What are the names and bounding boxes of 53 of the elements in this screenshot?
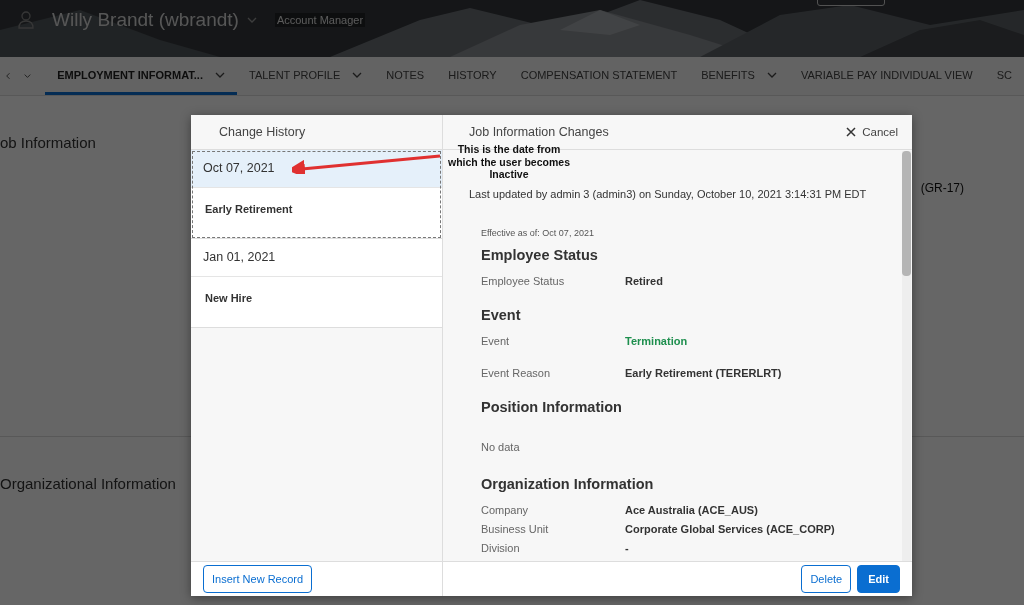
- field-value: Corporate Global Services (ACE_CORP): [625, 523, 835, 535]
- nav-tab[interactable]: EMPLOYMENT INFORMAT...: [45, 57, 237, 95]
- insert-record-button[interactable]: Insert New Record: [203, 565, 313, 593]
- nav-tab[interactable]: VARIABLE PAY INDIVIDUAL VIEW: [788, 57, 985, 95]
- person-icon: [18, 11, 34, 29]
- history-record[interactable]: Oct 07, 2021 Early Retirement: [191, 150, 442, 239]
- field-label: Employee Status: [481, 275, 566, 287]
- record-date: Oct 07, 2021: [191, 150, 442, 188]
- field-value: Retired: [625, 275, 663, 287]
- field-label: Business Unit: [481, 523, 550, 535]
- back-icon[interactable]: [6, 71, 11, 81]
- field-value: Termination: [625, 335, 688, 347]
- field-value: Ace Australia (ACE_AUS): [625, 504, 758, 516]
- caret-icon[interactable]: [246, 17, 257, 23]
- field-label: Company: [481, 504, 530, 516]
- caret-icon[interactable]: [352, 71, 363, 78]
- record-event: New Hire: [204, 291, 254, 306]
- empty-text: No data: [481, 441, 521, 453]
- nav-tab[interactable]: TALENT PROFILE: [237, 57, 375, 95]
- effective-date: Effective as of: Oct 07, 2021: [481, 228, 595, 238]
- history-record[interactable]: Jan 01, 2021 New Hire: [191, 239, 442, 328]
- nav-tab[interactable]: BENEFITS: [689, 57, 789, 95]
- scrollbar[interactable]: [902, 151, 911, 561]
- caret-icon[interactable]: [766, 71, 777, 78]
- caret-icon[interactable]: [215, 71, 225, 78]
- section-heading: Organization Information: [481, 476, 655, 492]
- section-heading: Event: [481, 307, 522, 323]
- record-event: Early Retirement: [204, 202, 294, 217]
- delete-button[interactable]: Delete: [801, 565, 852, 593]
- record-date: Jan 01, 2021: [191, 239, 442, 277]
- section-title: Organizational Information: [0, 475, 176, 494]
- field-label: Event Reason: [481, 367, 552, 379]
- user-name[interactable]: Willy Brandt (wbrandt): [52, 9, 239, 31]
- field-label: Event: [481, 335, 511, 347]
- nav-tab[interactable]: COMPENSATION STATEMENT: [508, 57, 690, 95]
- annotation-text: This is the date from which the user becomes Inactive: [447, 143, 571, 181]
- nav-tab[interactable]: NOTES: [374, 57, 437, 95]
- section-heading: Position Information: [481, 399, 623, 415]
- field-value: -: [625, 542, 629, 554]
- nav-tab[interactable]: SC: [984, 57, 1024, 95]
- nav-tab[interactable]: HISTORY: [436, 57, 509, 95]
- field-value: Early Retirement (TERERLRT): [625, 367, 782, 379]
- edit-button[interactable]: Edit: [857, 565, 900, 593]
- updated-text: Last updated by admin 3 (admin3) on Sunday, October 10, 2021 3:14:31 PM EDT: [469, 188, 868, 200]
- cancel-button[interactable]: Cancel: [844, 124, 900, 140]
- pane-title: Job Information Changes: [469, 125, 609, 139]
- section-title: ob Information: [0, 134, 96, 153]
- close-icon: [846, 127, 857, 137]
- field-value: (GR-17): [920, 181, 964, 197]
- caret-icon[interactable]: [24, 73, 32, 79]
- field-label: Division: [481, 542, 521, 554]
- scrollbar-thumb[interactable]: [902, 151, 911, 276]
- section-heading: Employee Status: [481, 247, 599, 263]
